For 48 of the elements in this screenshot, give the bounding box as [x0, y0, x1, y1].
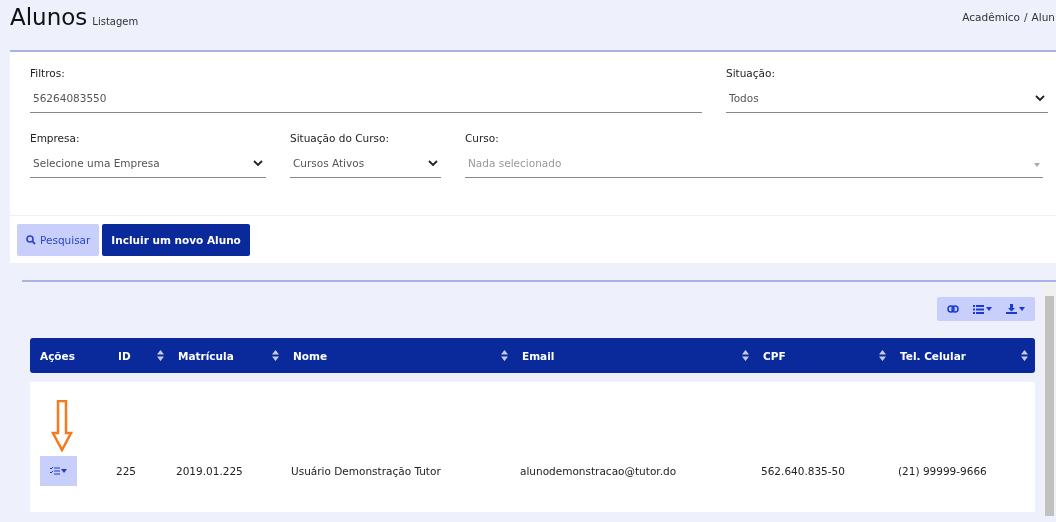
- table-cell-text: 562.640.835-50: [760, 465, 846, 477]
- toggle-icon: [947, 305, 959, 313]
- column-header: Nome: [293, 349, 328, 362]
- field-label: Situação do Curso:: [290, 131, 389, 146]
- breadcrumb-link[interactable]: Alun: [1031, 11, 1055, 23]
- sort-icon[interactable]: [742, 350, 749, 361]
- table-cell-text: alunodemonstracao@tutor.do: [519, 465, 678, 477]
- select-field[interactable]: Cursos Ativos: [290, 149, 441, 178]
- field-label: Curso:: [465, 131, 499, 146]
- column-header: Tel. Celular: [900, 349, 966, 362]
- chevron-down-icon: [253, 159, 263, 167]
- down-arrow-drawing: [51, 400, 73, 452]
- sort-icon[interactable]: [1021, 350, 1028, 361]
- search-icon: [26, 235, 36, 245]
- column-header: Email: [522, 349, 555, 362]
- caret-icon: [986, 307, 992, 311]
- table-cell-text: Usuário Demonstração Tutor: [290, 465, 442, 477]
- chevron-down-icon: [428, 159, 438, 167]
- field-label: Empresa:: [30, 131, 80, 146]
- breadcrumb-separator: /: [1024, 11, 1028, 23]
- column-header: Ações: [40, 349, 75, 362]
- table-cell-text: (21) 99999-9666: [897, 465, 988, 477]
- column-header: Matrícula: [178, 349, 234, 362]
- list-icon: [973, 304, 984, 314]
- search-button[interactable]: Pesquisar: [17, 224, 100, 256]
- download-icon: [1006, 304, 1017, 314]
- sort-icon[interactable]: [157, 350, 164, 361]
- table-cell-text: 225: [115, 465, 138, 477]
- caret-icon: [1019, 307, 1025, 311]
- page-title: Alunos: [10, 4, 88, 30]
- table-cell-text: 2019.01.225: [175, 465, 244, 477]
- add-button[interactable]: Incluir um novo Aluno: [102, 224, 250, 256]
- sort-icon[interactable]: [272, 350, 279, 361]
- sort-icon[interactable]: [879, 350, 886, 361]
- filter-input[interactable]: 56264083550: [30, 84, 702, 113]
- select-field[interactable]: Todos: [726, 84, 1048, 113]
- sort-icon[interactable]: [501, 350, 508, 361]
- chevron-down-icon: [1035, 94, 1045, 102]
- field-label: Situação:: [726, 66, 775, 81]
- breadcrumb-link[interactable]: Acadêmico: [962, 11, 1021, 23]
- select-field[interactable]: Selecione uma Empresa: [30, 149, 266, 178]
- caret-icon: [61, 469, 67, 473]
- caret-icon: [1034, 163, 1040, 167]
- column-header: ID: [118, 349, 131, 362]
- column-header: CPF: [763, 349, 786, 362]
- checklist-icon: [50, 467, 60, 475]
- field-label: Filtros:: [30, 66, 65, 81]
- page-subtitle: Listagem: [92, 16, 139, 27]
